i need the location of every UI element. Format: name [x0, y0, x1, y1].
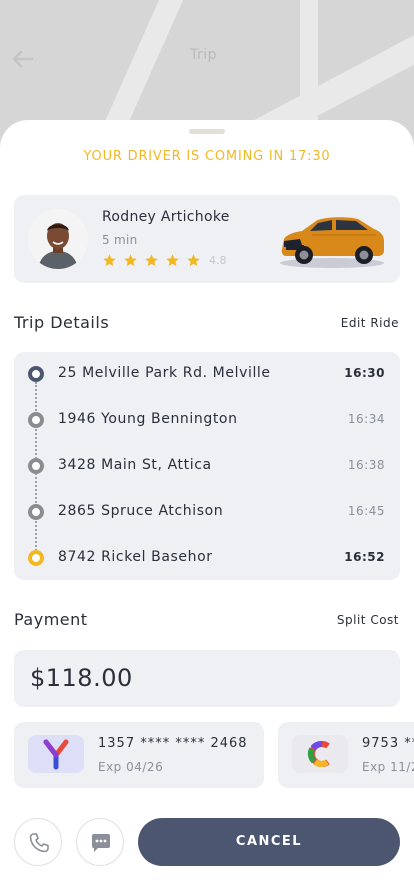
sheet-drag-handle[interactable]	[189, 129, 225, 134]
destination-marker-icon	[28, 550, 44, 566]
driver-card[interactable]: Rodney Artichoke 5 min 4.8	[14, 195, 400, 283]
star-icon	[103, 254, 116, 267]
payment-amount-box: $118.00	[14, 650, 400, 707]
waypoint-marker-icon	[28, 458, 44, 474]
edit-ride-link[interactable]: Edit Ride	[341, 316, 399, 330]
trip-sheet: YOUR DRIVER IS COMING IN 17:30 Rodney Ar…	[0, 120, 414, 896]
split-cost-link[interactable]: Split Cost	[337, 613, 399, 627]
star-icon	[145, 254, 158, 267]
stop-time: 16:52	[344, 550, 385, 564]
card-expiry: Exp 11/25	[362, 760, 414, 774]
stop-time: 16:38	[347, 458, 385, 472]
trip-details-heading: Trip Details	[14, 313, 110, 332]
waypoint-marker-icon	[28, 412, 44, 428]
card-number: 9753 **** **** 1357	[362, 736, 414, 751]
stop-address: 2865 Spruce Atchison	[58, 503, 224, 519]
driver-avatar	[28, 209, 88, 269]
payment-card[interactable]: 1357 **** **** 2468 Exp 04/26	[14, 722, 264, 788]
c-brand-logo-icon	[292, 735, 348, 773]
stop-time: 16:45	[347, 504, 385, 518]
trip-stop[interactable]: 3428 Main St, Attica 16:38	[14, 456, 400, 476]
call-driver-button[interactable]	[14, 818, 62, 866]
y-brand-logo-icon	[28, 735, 84, 773]
driver-arrival-status: YOUR DRIVER IS COMING IN 17:30	[83, 149, 331, 164]
payment-heading: Payment	[14, 610, 88, 629]
star-icon	[124, 254, 137, 267]
trip-stops-card: 25 Melville Park Rd. Melville 16:30 1946…	[14, 352, 400, 580]
phone-icon	[29, 833, 49, 853]
trip-stop[interactable]: 2865 Spruce Atchison 16:45	[14, 502, 400, 522]
driver-eta: 5 min	[102, 233, 138, 247]
star-icon	[187, 254, 200, 267]
origin-marker-icon	[28, 366, 44, 382]
stop-address: 1946 Young Bennington	[58, 411, 238, 427]
stop-address: 25 Melville Park Rd. Melville	[58, 365, 271, 381]
driver-name: Rodney Artichoke	[102, 209, 230, 225]
rating-value: 4.8	[209, 254, 227, 267]
card-number: 1357 **** **** 2468	[98, 736, 248, 751]
waypoint-marker-icon	[28, 504, 44, 520]
cancel-ride-button[interactable]: CANCEL	[138, 818, 400, 866]
card-expiry: Exp 04/26	[98, 760, 164, 774]
star-icon	[166, 254, 179, 267]
payment-card[interactable]: 9753 **** **** 1357 Exp 11/25	[278, 722, 414, 788]
back-arrow-icon[interactable]	[10, 46, 36, 72]
stop-address: 8742 Rickel Basehor	[58, 549, 213, 565]
page-title: Trip	[190, 47, 218, 63]
stop-time: 16:30	[344, 366, 385, 380]
stop-time: 16:34	[347, 412, 385, 426]
message-driver-button[interactable]	[76, 818, 124, 866]
trip-stop[interactable]: 8742 Rickel Basehor 16:52	[14, 548, 400, 568]
chat-icon	[92, 834, 110, 852]
trip-stop[interactable]: 25 Melville Park Rd. Melville 16:30	[14, 364, 400, 384]
car-image	[276, 205, 388, 271]
payment-amount: $118.00	[30, 664, 133, 692]
trip-stop[interactable]: 1946 Young Bennington 16:34	[14, 410, 400, 430]
stop-address: 3428 Main St, Attica	[58, 457, 212, 473]
driver-rating: 4.8	[102, 253, 227, 268]
payment-cards-carousel[interactable]: 1357 **** **** 2468 Exp 04/26 9753 **** …	[14, 722, 414, 788]
